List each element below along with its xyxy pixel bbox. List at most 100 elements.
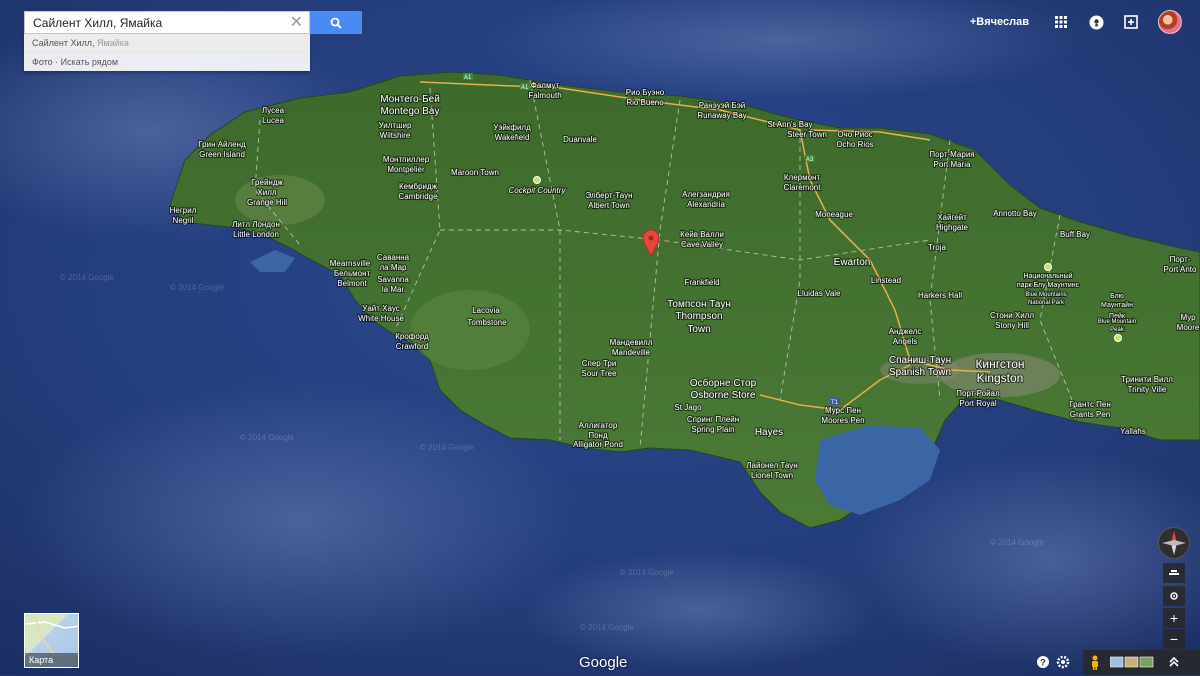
place-label-savanna-la-mar[interactable]: Саваннала Мар [376,252,411,273]
place-label-rio-bueno[interactable]: Рио БуэноRio Bueno [625,87,666,108]
place-label-spanish-town[interactable]: Спаниш-ТаунSpanish Town [888,354,952,379]
place-label-tombstone[interactable]: Tombstone [466,317,508,328]
avatar[interactable] [1158,10,1182,34]
place-label-thompson-town2[interactable]: Town [686,323,712,336]
place-label-green-island[interactable]: Грин АйлендGreen Island [197,139,247,160]
label-text: Очо Риос [837,130,872,139]
compass-control[interactable] [1158,527,1190,559]
place-label-alexandria[interactable]: АлегзандрияAlexandria [681,189,731,210]
blue-mountains-park-marker[interactable] [1044,263,1052,271]
label-text: Blue Mountains [1025,292,1066,298]
pegman-icon[interactable] [1088,655,1102,670]
place-label-white-house[interactable]: Уайт ХаусWhite House [357,303,406,324]
place-label-albert-town[interactable]: Элберт-ТаунAlbert Town [584,190,633,211]
place-label-grants-pen[interactable]: Грантс ПенGrants Pen [1068,399,1112,420]
place-label-troja[interactable]: Troja [927,242,948,253]
search-input[interactable] [33,15,283,30]
place-label-claremont[interactable]: КлермонтClaremont [782,172,822,193]
place-label-kingston[interactable]: КингстонKingston [974,356,1025,386]
place-label-linstead[interactable]: Linstead [870,275,902,286]
place-label-sour-tree[interactable]: Спер ТриSour Tree [580,358,618,379]
my-location-button[interactable] [1163,586,1185,606]
place-label-negril[interactable]: НегрилNegril [169,205,198,226]
apps-grid-icon[interactable] [1053,14,1069,30]
cloud [520,550,880,670]
place-label-grange-hill-en[interactable]: Grange Hill [246,197,288,208]
place-label-hayes[interactable]: Hayes [754,426,785,439]
zoom-in-button[interactable]: + [1163,608,1185,628]
place-label-angels[interactable]: АнджелсAngels [888,326,923,347]
cockpit-country-marker[interactable] [533,176,541,184]
place-label-wiltshire[interactable]: УилтширWiltshire [377,120,413,141]
label-text: Moneague [815,210,853,219]
place-label-highgate[interactable]: ХайгейтHighgate [935,212,970,233]
expand-chevron-icon[interactable] [1168,655,1182,669]
place-label-spring-plain[interactable]: Спринг ПлейнSpring Plain [686,414,741,435]
place-label-crawford[interactable]: КрофордCrawford [394,331,430,352]
map-canvas[interactable]: A1 A1 A3 T1 Монтего-БейMontego BayФалмут… [0,0,1200,675]
place-label-yallahs[interactable]: Yallahs [1119,426,1147,437]
label-text: Cockpit Country [509,186,567,195]
place-label-ewarton[interactable]: Ewarton [833,256,872,269]
map-type-switcher[interactable]: Карта [24,613,79,668]
place-label-st-anns-bay[interactable]: St Ann's Bay [766,119,813,130]
place-label-belmont[interactable]: БельмонтBelmont [333,268,372,289]
place-label-falmouth[interactable]: ФалмутFalmouth [527,80,563,101]
label-text: St Jago [674,403,702,412]
place-label-st-jago[interactable]: St Jago [673,402,703,413]
help-icon[interactable]: ? [1036,655,1050,669]
place-label-lucea[interactable]: ЛусеаLucea [261,105,286,126]
place-label-montego-bay[interactable]: Монтего-БейMontego Bay [379,93,441,118]
suggestion-sub: Ямайка [97,38,129,48]
share-plus-icon[interactable] [1123,14,1139,30]
place-label-duanvale[interactable]: Duanvale [562,134,599,145]
place-label-cockpit-country[interactable]: Cockpit Country [507,185,567,196]
label-text: Troja [928,243,946,252]
label-text: Ocho Rios [836,140,873,149]
photos-search-nearby[interactable]: Фото · Искать рядом [24,52,310,71]
place-label-cave-valley[interactable]: Кейв ВаллиCave Valley [679,229,725,250]
place-label-steer-town[interactable]: Steer Town [786,129,828,140]
label-text: Аллигатор [579,421,618,430]
place-label-alligator-pond-en[interactable]: Alligator Pond [572,439,624,450]
notifications-icon[interactable] [1088,14,1104,30]
place-label-maroon-town[interactable]: Maroon Town [450,167,500,178]
place-label-wakefield[interactable]: УэйкфилдWakefield [492,122,532,143]
place-label-trinity-ville[interactable]: Тринити ВиллTrinity Ville [1120,374,1174,395]
blue-mountain-peak-marker[interactable] [1114,334,1122,342]
place-label-frankfield[interactable]: Frankfield [683,277,720,288]
search-button[interactable] [310,11,362,34]
label-text: la Mar [382,285,405,294]
place-label-ocho-rios[interactable]: Очо РиосOcho Rios [835,129,875,150]
place-label-runaway-bay[interactable]: Ранэуэй БэйRunaway Bay [696,100,748,121]
imagery-thumbnails[interactable] [1109,655,1154,669]
svg-text:© 2014 Google: © 2014 Google [990,538,1044,547]
photos-link-label: Фото · Искать рядом [32,57,119,67]
place-label-montpelier[interactable]: МонтпиллерMontpelier [382,154,431,175]
place-label-lionel-town[interactable]: Лайонел ТаунLionel Town [745,460,799,481]
user-name-link[interactable]: +Вячеслав [970,16,1029,28]
place-label-cambridge[interactable]: КембриджCambridge [397,181,439,202]
suggestion-item[interactable]: Сайлент Хилл, Ямайка [24,34,310,52]
place-label-lacovia[interactable]: Lacovia [471,305,501,316]
tilt-button[interactable] [1163,563,1185,583]
place-label-harkers-hall[interactable]: Harkers Hall [917,290,963,301]
place-label-mandeville[interactable]: МандевиллMandeville [609,337,654,358]
place-label-mearnsville[interactable]: Mearnsville [329,258,372,269]
place-label-annotto-bay[interactable]: Annotto Bay [992,208,1038,219]
settings-gear-icon[interactable] [1056,655,1070,669]
place-label-lluidas-vale[interactable]: Lluidas Vale [796,288,842,299]
clear-search-icon[interactable]: ✕ [290,14,303,31]
place-label-thompson-town[interactable]: Томпсон ТаунThompson [666,298,732,323]
zoom-out-button[interactable]: − [1163,629,1185,649]
place-label-port-royal[interactable]: Порт РойалPort Royal [955,388,1001,409]
label-text: Ранэуэй Бэй [699,101,746,110]
place-label-moneague[interactable]: Moneague [814,209,855,220]
place-label-moores-pen[interactable]: Мурс ПенMoores Pen [820,405,865,426]
search-box[interactable]: ✕ [24,11,310,34]
label-text: Уэйкфилд [493,123,531,132]
place-label-little-london[interactable]: Литл ЛондонLittle London [231,219,281,240]
place-label-stony-hill[interactable]: Стони ХиллStony Hill [989,310,1036,331]
place-label-buff-bay[interactable]: Buff Bay [1059,229,1091,240]
place-label-port-maria[interactable]: Порт-МарияPort Maria [928,149,975,170]
